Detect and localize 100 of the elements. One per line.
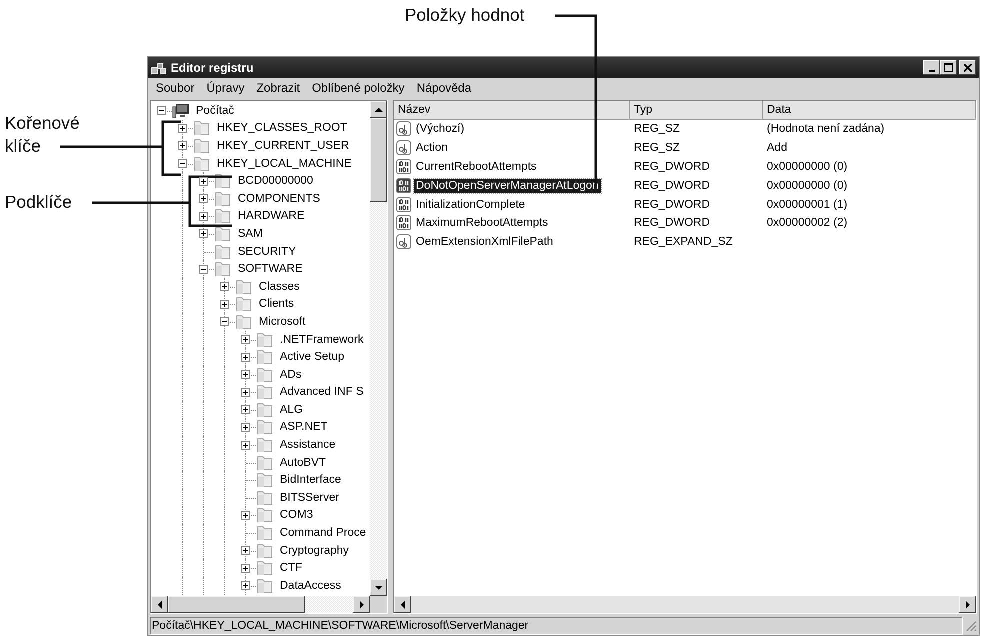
- right-arrow-icon: [964, 600, 972, 610]
- tree-item[interactable]: DataAccess: [278, 580, 344, 592]
- folder-icon: [256, 542, 274, 559]
- tree-item[interactable]: Microsoft: [257, 316, 308, 328]
- collapse-icon[interactable]: [178, 159, 187, 168]
- tree-item[interactable]: Active Setup: [278, 351, 347, 364]
- tree-item[interactable]: HARDWARE: [236, 210, 307, 222]
- scroll-right-button[interactable]: [959, 596, 976, 613]
- tree-item[interactable]: Clients: [257, 298, 296, 310]
- left-arrow-icon: [156, 600, 164, 610]
- tree-item[interactable]: Assistance: [278, 439, 338, 452]
- expand-icon[interactable]: [241, 388, 250, 397]
- folder-icon: [256, 525, 274, 542]
- tree-item[interactable]: AutoBVT: [278, 456, 328, 469]
- scroll-thumb[interactable]: [168, 596, 305, 613]
- tree-item[interactable]: CTF: [278, 562, 304, 574]
- expand-icon[interactable]: [241, 352, 250, 362]
- expand-icon[interactable]: [199, 212, 208, 221]
- binary-value-icon: [396, 178, 412, 194]
- value-name[interactable]: DoNotOpenServerManagerAtLogon: [414, 178, 601, 193]
- menu-item[interactable]: Soubor: [150, 81, 201, 95]
- folder-icon: [256, 454, 274, 471]
- tree-item[interactable]: Command Proce: [278, 527, 368, 540]
- tree-item[interactable]: .NETFramework: [278, 334, 366, 346]
- tree-item[interactable]: BidInterface: [278, 474, 344, 486]
- scroll-left-button[interactable]: [394, 596, 411, 613]
- expand-icon[interactable]: [199, 194, 208, 204]
- menu-item[interactable]: Úpravy: [200, 81, 251, 95]
- value-name[interactable]: MaximumRebootAttempts: [414, 216, 550, 230]
- expand-icon[interactable]: [178, 141, 187, 150]
- folder-icon: [235, 278, 253, 295]
- collapse-icon[interactable]: [199, 264, 208, 274]
- tree-item[interactable]: BCD00000000: [236, 175, 316, 188]
- tree-item[interactable]: BITSServer: [278, 492, 342, 504]
- expand-icon[interactable]: [199, 229, 208, 238]
- scroll-down-button[interactable]: [370, 579, 387, 596]
- folder-icon: [193, 156, 211, 172]
- resize-grip-icon[interactable]: [965, 620, 977, 632]
- column-header[interactable]: Název: [394, 101, 630, 120]
- tree-item[interactable]: ASP.NET: [278, 421, 330, 434]
- expand-icon[interactable]: [241, 564, 250, 573]
- string-value-icon: [396, 121, 412, 138]
- column-header[interactable]: Data: [763, 101, 976, 120]
- expand-icon[interactable]: [220, 300, 229, 309]
- tree-item[interactable]: SOFTWARE: [236, 263, 305, 276]
- maximize-button[interactable]: [940, 60, 957, 75]
- tree-item[interactable]: Classes: [257, 280, 302, 293]
- expand-icon[interactable]: [241, 335, 250, 344]
- value-name[interactable]: CurrentRebootAttempts: [414, 160, 539, 174]
- expand-icon[interactable]: [241, 405, 250, 414]
- tree-item[interactable]: Počítač: [194, 104, 236, 117]
- expand-icon[interactable]: [241, 510, 250, 520]
- folder-icon: [256, 507, 274, 524]
- value-name[interactable]: OemExtensionXmlFilePath: [414, 235, 556, 250]
- expand-icon[interactable]: [241, 581, 250, 590]
- tree-item[interactable]: SECURITY: [236, 246, 298, 258]
- tree-item[interactable]: HKEY_LOCAL_MACHINE: [215, 158, 354, 170]
- tree-item[interactable]: Advanced INF S: [278, 386, 366, 398]
- tree-item[interactable]: COMPONENTS: [236, 192, 322, 205]
- value-type: REG_DWORD: [633, 217, 712, 230]
- scroll-right-button[interactable]: [353, 596, 370, 613]
- minimize-button[interactable]: [923, 60, 940, 75]
- menu-item[interactable]: Nápověda: [410, 81, 478, 95]
- scroll-up-button[interactable]: [370, 101, 387, 118]
- value-name[interactable]: InitializationComplete: [414, 198, 528, 212]
- folder-icon: [256, 349, 274, 366]
- menu-item[interactable]: Zobrazit: [250, 81, 306, 95]
- horizontal-scrollbar[interactable]: [151, 596, 370, 613]
- horizontal-scrollbar[interactable]: [394, 596, 976, 613]
- column-header[interactable]: Typ: [630, 101, 763, 120]
- value-type: REG_SZ: [633, 123, 682, 136]
- tree-item[interactable]: ADs: [278, 368, 304, 381]
- value-name[interactable]: Action: [414, 141, 450, 156]
- tree-item[interactable]: ALG: [278, 404, 306, 416]
- binary-value-icon: [396, 196, 412, 213]
- tree-item[interactable]: HKEY_CURRENT_USER: [215, 140, 352, 152]
- expand-icon[interactable]: [241, 440, 250, 450]
- collapse-icon[interactable]: [220, 317, 229, 326]
- expand-icon[interactable]: [241, 422, 250, 432]
- tree-item[interactable]: HKEY_CLASSES_ROOT: [215, 122, 350, 134]
- value-data: 0x00000002 (2): [766, 217, 849, 230]
- expand-icon[interactable]: [241, 370, 250, 380]
- computer-icon: [172, 102, 190, 119]
- vertical-scrollbar[interactable]: [370, 101, 387, 596]
- tree-item[interactable]: COM3: [278, 509, 316, 522]
- folder-icon: [214, 190, 232, 207]
- scroll-left-button[interactable]: [151, 596, 168, 613]
- scroll-thumb[interactable]: [370, 118, 387, 202]
- tree-item[interactable]: SAM: [236, 228, 265, 240]
- folder-icon: [214, 244, 232, 260]
- tree-item[interactable]: Cryptography: [278, 544, 352, 557]
- callout-label: Kořenové klíče: [5, 112, 81, 158]
- value-name[interactable]: (Výchozí): [414, 122, 467, 136]
- close-button[interactable]: [959, 60, 976, 75]
- expand-icon[interactable]: [241, 546, 250, 556]
- expand-icon[interactable]: [220, 282, 229, 292]
- menu-item[interactable]: Oblíbené položky: [306, 81, 411, 95]
- callout-label: Podklíče: [5, 191, 72, 214]
- expand-icon[interactable]: [178, 124, 187, 133]
- collapse-icon[interactable]: [157, 106, 166, 116]
